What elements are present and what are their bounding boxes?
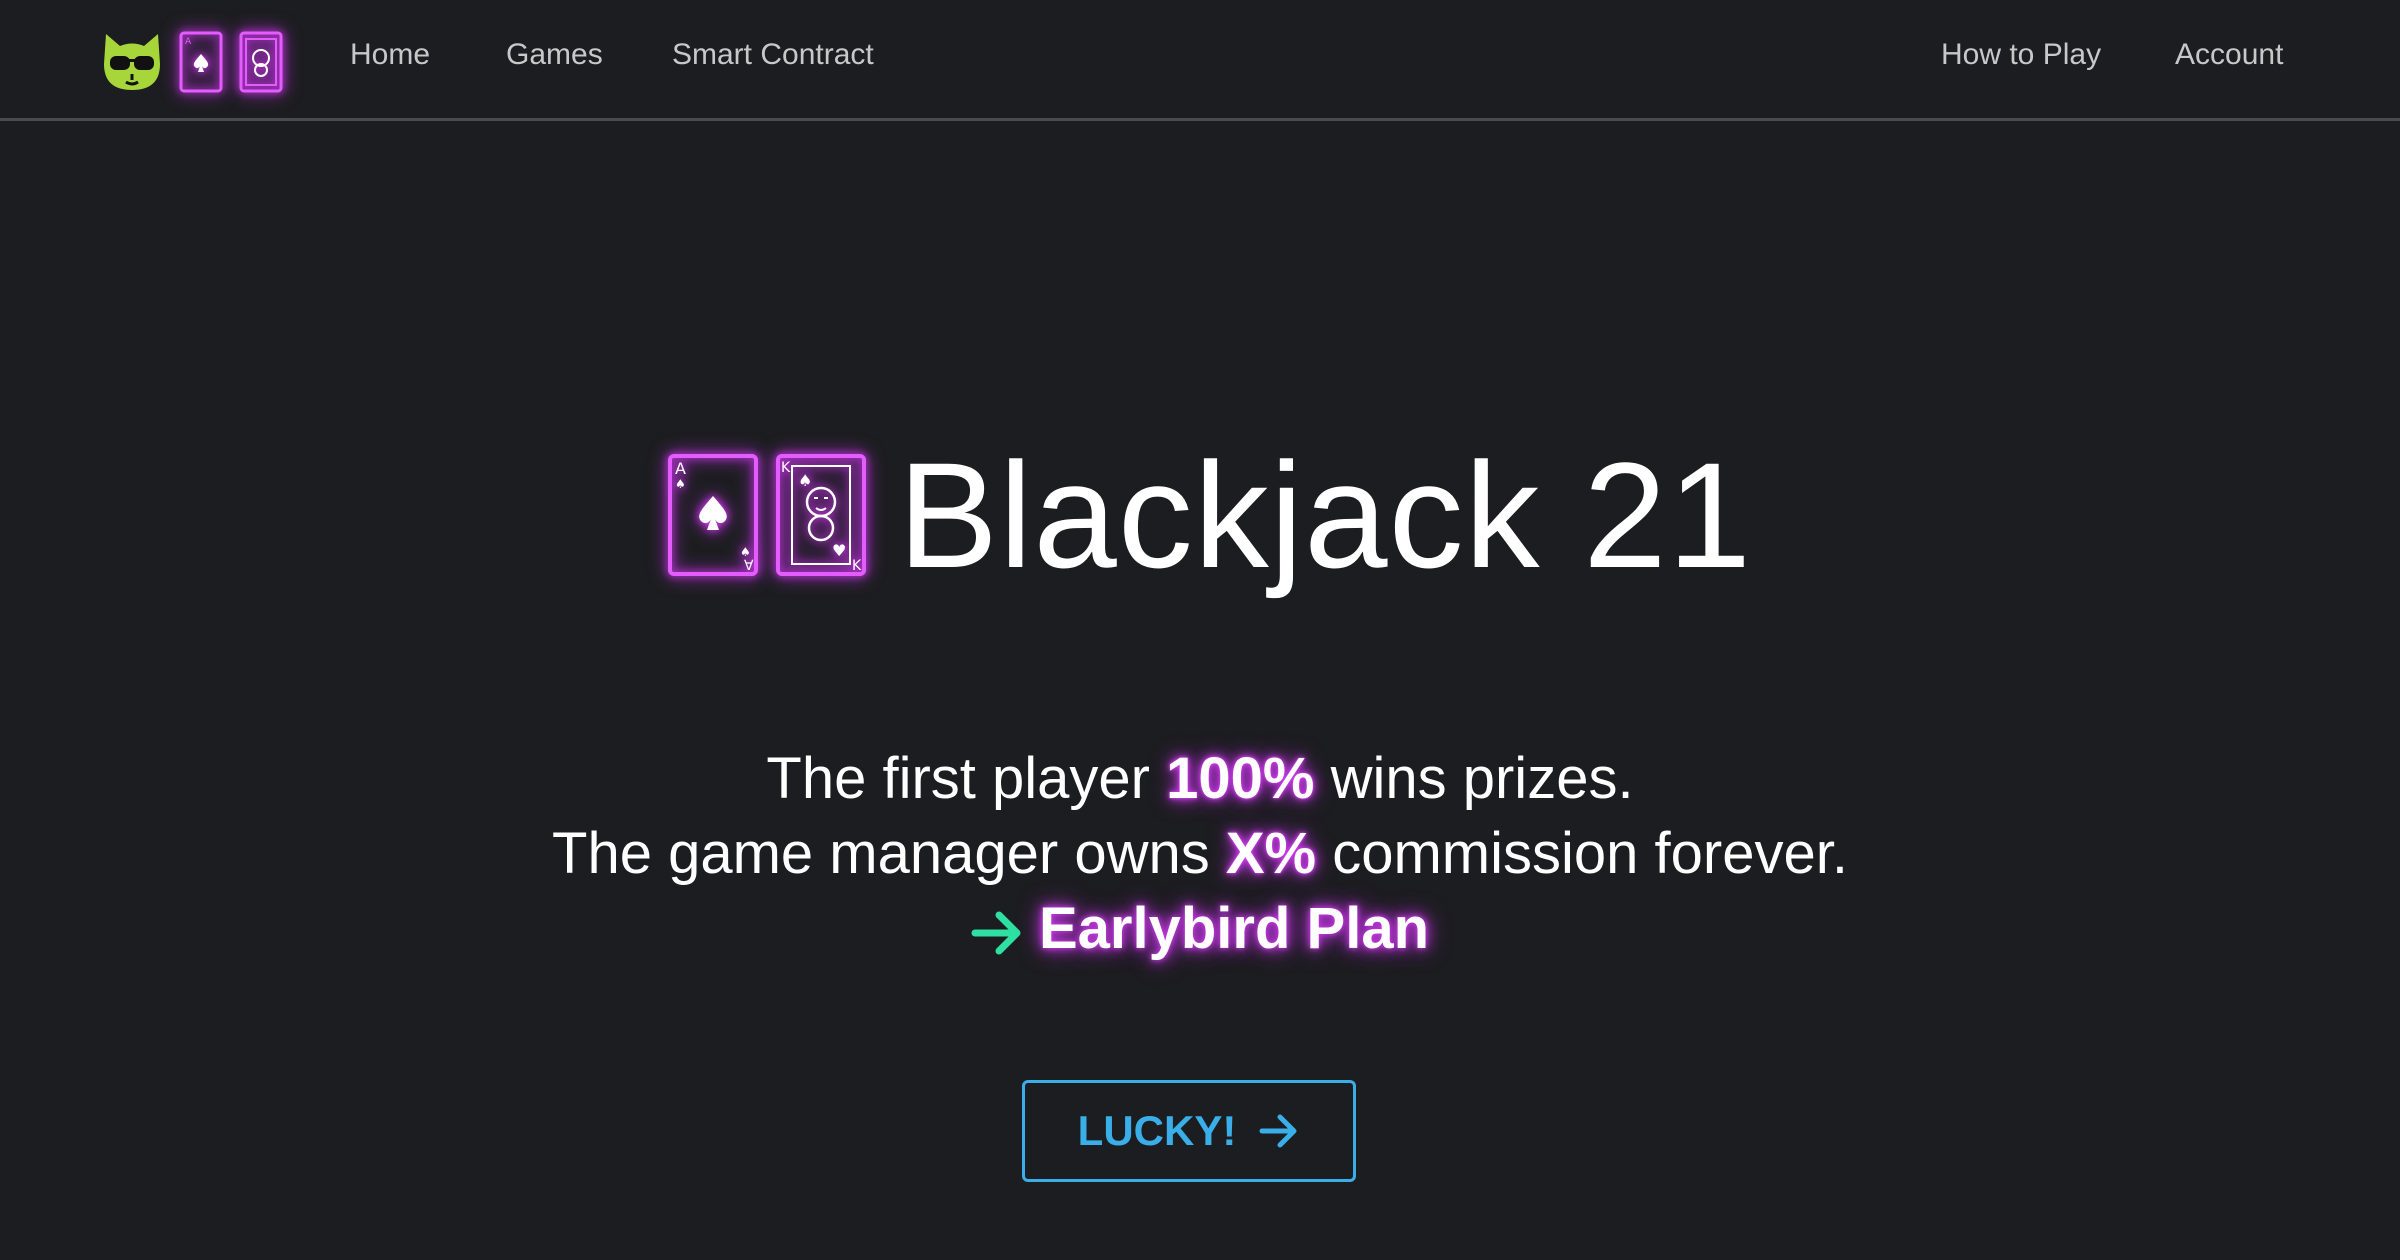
svg-text:∀: ∀ <box>744 558 754 574</box>
arrow-right-icon <box>1259 1114 1297 1148</box>
site-logo[interactable]: A <box>100 30 284 94</box>
hero-cards-icon: A ♠ ♠ ∀ K ♠ ♥ K <box>666 452 868 578</box>
tagline-line-2: The game manager owns X% commission fore… <box>0 825 2400 883</box>
tagline-text: The game manager owns <box>552 821 1210 886</box>
tagline-line-3: Earlybird Plan <box>0 900 2400 960</box>
svg-text:K: K <box>781 460 791 476</box>
page-title: Blackjack 21 <box>898 431 1753 599</box>
nav-account-link[interactable]: Account <box>2175 38 2283 72</box>
top-navbar: A Home Games Smart Contract How to Play … <box>0 0 2400 121</box>
arrow-right-icon <box>971 911 1021 955</box>
tagline-text: wins prizes. <box>1330 746 1634 811</box>
king-card-icon <box>239 31 283 93</box>
nav-smart-contract-link[interactable]: Smart Contract <box>672 38 874 72</box>
nav-how-to-play-link[interactable]: How to Play <box>1941 38 2101 72</box>
earlybird-plan-link[interactable]: Earlybird Plan <box>1039 896 1429 961</box>
svg-text:♠: ♠ <box>798 471 812 490</box>
tagline-line-1: The first player 100% wins prizes. <box>0 750 2400 808</box>
cat-sunglasses-icon <box>104 34 160 90</box>
svg-text:♥: ♥ <box>832 541 846 560</box>
commission-percentage-highlight: X% <box>1225 821 1317 886</box>
ace-of-spades-card-icon: A ♠ ♠ ∀ <box>668 454 758 576</box>
tagline-text: commission forever. <box>1332 821 1848 886</box>
svg-text:♠: ♠ <box>740 545 751 559</box>
svg-text:A: A <box>675 459 686 478</box>
svg-text:K: K <box>852 558 862 574</box>
prize-percentage-highlight: 100% <box>1166 746 1315 811</box>
nav-home-link[interactable]: Home <box>350 38 430 72</box>
lucky-button[interactable]: LUCKY! <box>1022 1080 1356 1182</box>
tagline-text: The first player <box>766 746 1150 811</box>
king-card-icon: K ♠ ♥ K <box>776 454 866 576</box>
ace-of-spades-card-icon: A <box>179 31 223 93</box>
svg-text:♠: ♠ <box>675 477 686 491</box>
svg-text:A: A <box>185 37 192 47</box>
hero-title: A ♠ ♠ ∀ K ♠ ♥ K Blackjack 21 <box>666 440 1752 590</box>
lucky-button-label: LUCKY! <box>1077 1107 1237 1154</box>
nav-games-link[interactable]: Games <box>506 38 603 72</box>
